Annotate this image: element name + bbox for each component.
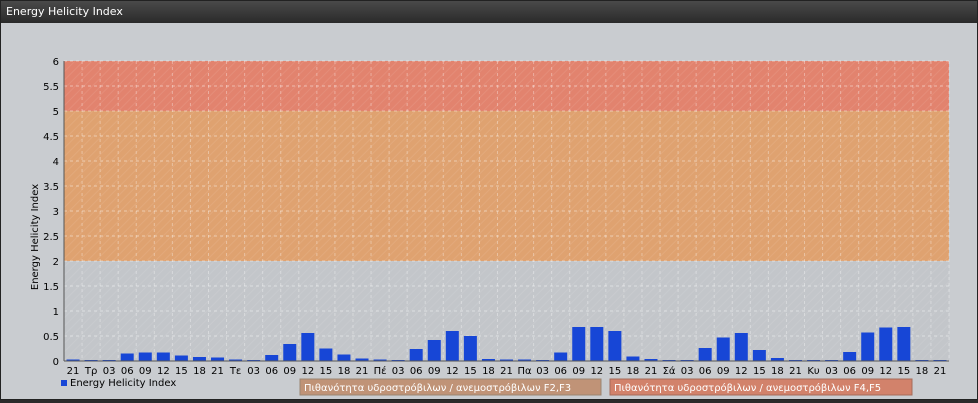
- x-tick-label: Πα: [517, 366, 532, 377]
- x-tick-label: 06: [265, 366, 278, 377]
- x-tick-label: 03: [247, 366, 260, 377]
- y-tick-label: 6: [53, 57, 59, 68]
- bar: [192, 357, 206, 361]
- x-tick-label: 03: [681, 366, 694, 377]
- x-tick-label: 09: [139, 366, 152, 377]
- x-tick-label: 15: [175, 366, 188, 377]
- bar: [698, 348, 712, 361]
- x-tick-label: 12: [301, 366, 314, 377]
- bar: [427, 340, 441, 361]
- y-tick-label: 3: [53, 207, 59, 218]
- x-tick-label: 18: [916, 366, 929, 377]
- bar: [445, 331, 459, 361]
- legend-series-swatch: [61, 380, 67, 386]
- x-tick-label: 06: [410, 366, 423, 377]
- x-tick-label: 21: [356, 366, 369, 377]
- x-tick-label: 15: [320, 366, 333, 377]
- x-tick-label: 12: [157, 366, 170, 377]
- bar: [301, 333, 315, 361]
- x-tick-label: 12: [590, 366, 603, 377]
- x-tick-label: Τε: [229, 366, 242, 377]
- x-tick-label: 09: [861, 366, 874, 377]
- chart-panel: 0 0.5 1 1.5 2 2.5 3 3.5 4 4.5 5 5.5 6 21 Τρ 03 06 09 12 15…: [2, 23, 977, 399]
- x-tick-label: 21: [67, 366, 80, 377]
- bar: [897, 327, 911, 361]
- bar: [608, 331, 622, 361]
- bar: [572, 327, 586, 361]
- bar: [843, 352, 857, 361]
- y-tick-label: 0.5: [43, 332, 59, 343]
- x-tick-label: Σά: [663, 365, 676, 377]
- bar: [138, 352, 152, 361]
- x-tick-label: 09: [572, 366, 585, 377]
- y-tick-label: 1.5: [43, 282, 59, 293]
- bar: [463, 336, 477, 361]
- x-tick-label: 06: [699, 366, 712, 377]
- x-tick-label: 12: [446, 366, 459, 377]
- y-tick-label: 4: [53, 157, 59, 168]
- y-tick-label: 5: [53, 107, 59, 118]
- bar: [716, 337, 730, 361]
- x-tick-label: 18: [771, 366, 784, 377]
- x-tick-label: 03: [103, 366, 116, 377]
- y-tick-label: 3.5: [43, 182, 59, 193]
- y-tick-label: 2.5: [43, 232, 59, 243]
- bar: [156, 352, 170, 361]
- x-tick-label: Κυ: [807, 366, 820, 377]
- bar: [554, 352, 568, 361]
- bar: [120, 353, 134, 361]
- x-tick-label: 06: [843, 366, 856, 377]
- x-tick-label: 15: [897, 366, 910, 377]
- x-tick-label: 12: [735, 366, 748, 377]
- bar: [319, 348, 333, 361]
- y-axis-label: Energy Helicity Index: [30, 184, 41, 290]
- x-tick-label: 09: [283, 366, 296, 377]
- x-tick-label: 21: [789, 366, 802, 377]
- helicity-chart: 0 0.5 1 1.5 2 2.5 3 3.5 4 4.5 5 5.5 6 21 Τρ 03 06 09 12 15…: [30, 57, 950, 396]
- x-tick-label: 03: [536, 366, 549, 377]
- x-tick-label: 06: [121, 366, 134, 377]
- bar: [879, 327, 893, 361]
- chart-window: Energy Helicity Index 0 0.5 1 1.5 2 2.5 3 3.5 4 4…: [0, 0, 978, 400]
- x-tick-label: 03: [392, 366, 405, 377]
- bar: [337, 354, 351, 361]
- x-tick-label: 21: [645, 366, 658, 377]
- x-tick-label: Πέ: [374, 365, 387, 377]
- legend-band2-label: Πιθανότητα υδροστρόβιλων / ανεμοστρόβιλω…: [614, 382, 881, 394]
- bar: [211, 357, 225, 361]
- x-tick-label: 18: [193, 366, 206, 377]
- x-tick-label: 15: [609, 366, 622, 377]
- bar: [734, 333, 748, 361]
- x-tick-label: 18: [338, 366, 351, 377]
- y-tick-label: 1: [53, 307, 59, 318]
- y-tick-label: 5.5: [43, 82, 59, 93]
- bar: [626, 356, 640, 361]
- x-tick-label: 12: [879, 366, 892, 377]
- y-tick-label: 0: [53, 357, 59, 368]
- x-tick-label: Τρ: [84, 366, 97, 377]
- x-tick-label: 21: [500, 366, 513, 377]
- bar: [409, 349, 423, 361]
- x-tick-label: 15: [464, 366, 477, 377]
- x-tick-label: 18: [627, 366, 640, 377]
- bar: [590, 327, 604, 361]
- y-tick-label: 4.5: [43, 132, 59, 143]
- x-tick-label: 18: [482, 366, 495, 377]
- x-tick-label: 21: [934, 366, 947, 377]
- bar: [752, 350, 766, 361]
- x-tick-label: 21: [211, 366, 224, 377]
- x-tick-label: 09: [428, 366, 441, 377]
- bar: [174, 355, 188, 361]
- x-tick-label: 06: [554, 366, 567, 377]
- legend-series-label: Energy Helicity Index: [70, 378, 176, 389]
- x-tick-label: 15: [753, 366, 766, 377]
- x-tick-label: 03: [825, 366, 838, 377]
- window-title: Energy Helicity Index: [1, 1, 977, 23]
- x-tick-label: 09: [717, 366, 730, 377]
- legend-band1-label: Πιθανότητα υδροστρόβιλων / ανεμοστρόβιλω…: [304, 382, 571, 394]
- y-tick-label: 2: [53, 257, 59, 268]
- bar: [283, 344, 297, 361]
- bar: [861, 332, 875, 361]
- bar: [265, 355, 279, 361]
